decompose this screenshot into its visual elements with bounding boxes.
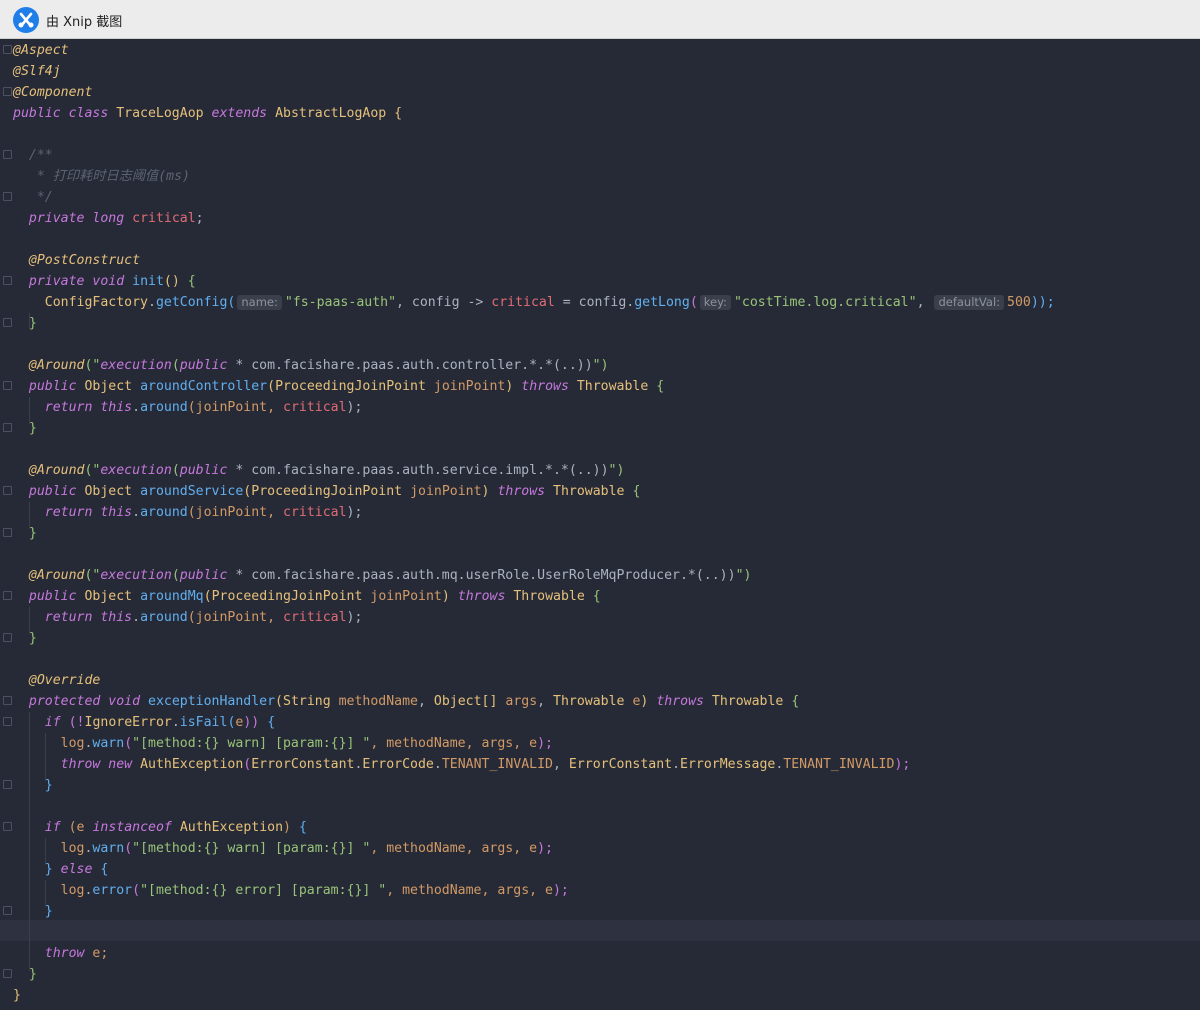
code-line: return this.around(joinPoint, critical); — [44, 505, 363, 520]
code-line: protected void exceptionHandler(String m… — [28, 694, 800, 709]
window-title: 由 Xnip 截图 — [46, 15, 123, 30]
code-line: log.warn("[method:{} warn] [param:{}] ",… — [60, 841, 553, 856]
code-line: /** — [28, 148, 53, 163]
param-hint-name: name: — [237, 295, 282, 310]
code-line: } — [13, 988, 21, 1003]
gutter — [0, 40, 14, 1010]
code-line: } — [28, 967, 37, 982]
code-line: return this.around(joinPoint, critical); — [44, 400, 363, 415]
code-line: } — [28, 421, 37, 436]
fold-icon[interactable] — [3, 969, 12, 978]
xnip-scissors-icon — [13, 7, 39, 33]
code-line: public Object aroundController(Proceedin… — [28, 379, 665, 394]
code-line: return this.around(joinPoint, critical); — [44, 610, 363, 625]
fold-icon[interactable] — [3, 486, 12, 495]
code-line: @Component — [13, 85, 93, 100]
fold-icon[interactable] — [3, 633, 12, 642]
fold-icon[interactable] — [3, 528, 12, 537]
code-line: if (!IgnoreError.isFail(e)) { — [44, 715, 276, 730]
code-line: @Slf4j — [13, 64, 61, 79]
code-line: } — [28, 316, 37, 331]
fold-icon[interactable] — [3, 276, 12, 285]
param-hint-default-val: defaultVal: — [934, 295, 1005, 310]
code-line: log.warn("[method:{} warn] [param:{}] ",… — [60, 736, 553, 751]
code-line: public class TraceLogAop extends Abstrac… — [13, 106, 403, 121]
code-line: log.error("[method:{} error] [param:{}] … — [60, 883, 569, 898]
code-line: * 打印耗时日志阈值(ms) — [36, 169, 190, 184]
fold-icon[interactable] — [3, 717, 12, 726]
code-line: @Around("execution(public * com.facishar… — [28, 568, 752, 583]
fold-icon[interactable] — [3, 780, 12, 789]
param-hint-key: key: — [699, 295, 731, 310]
code-line: @Override — [28, 673, 101, 688]
title-bar: 由 Xnip 截图 — [0, 0, 1200, 39]
code-line: } — [44, 904, 53, 919]
code-editor[interactable]: @Aspect @Slf4j @Component public class T… — [0, 40, 1200, 1010]
code-line: throw e; — [44, 946, 109, 961]
fold-icon[interactable] — [3, 150, 12, 159]
fold-icon[interactable] — [3, 822, 12, 831]
code-line: */ — [36, 190, 53, 205]
fold-icon[interactable] — [3, 45, 12, 54]
fold-icon[interactable] — [3, 318, 12, 327]
code-line: public Object aroundMq(ProceedingJoinPoi… — [28, 589, 601, 604]
code-line: @PostConstruct — [28, 253, 141, 268]
code-line: @Around("execution(public * com.facishar… — [28, 463, 625, 478]
code-line: private long critical; — [28, 211, 204, 226]
code-line: } — [44, 778, 53, 793]
fold-icon[interactable] — [3, 192, 12, 201]
code-line: } — [28, 526, 37, 541]
code-line: } — [28, 631, 37, 646]
code-line: public Object aroundService(ProceedingJo… — [28, 484, 641, 499]
fold-icon[interactable] — [3, 591, 12, 600]
code-line: @Aspect — [13, 43, 69, 58]
current-line-highlight — [0, 920, 1200, 941]
code-line: @Around("execution(public * com.facishar… — [28, 358, 609, 373]
code-line: } else { — [44, 862, 109, 877]
code-line: if (e instanceof AuthException) { — [44, 820, 307, 835]
code-line: ConfigFactory.getConfig(name: "fs-paas-au… — [44, 295, 1055, 310]
fold-icon[interactable] — [3, 696, 12, 705]
fold-icon[interactable] — [3, 87, 12, 96]
code-line: private void init() { — [28, 274, 196, 289]
fold-icon[interactable] — [3, 423, 12, 432]
fold-icon[interactable] — [3, 906, 12, 915]
fold-icon[interactable] — [3, 381, 12, 390]
code-line: throw new AuthException(ErrorConstant.Er… — [60, 757, 911, 772]
